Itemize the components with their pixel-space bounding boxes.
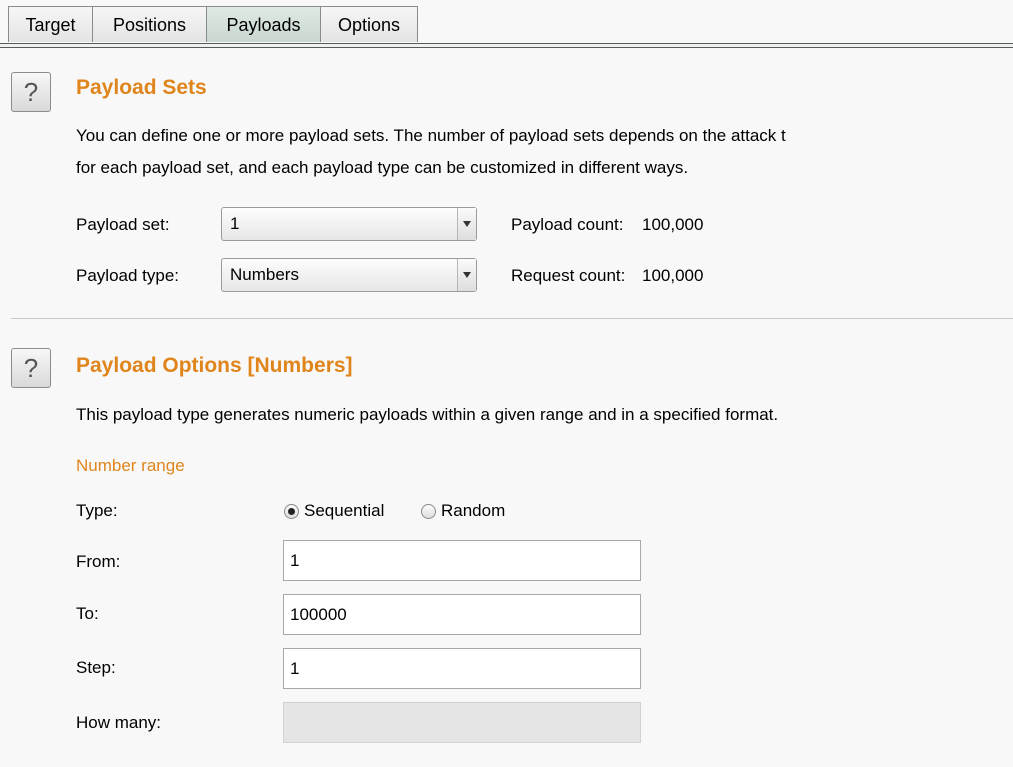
chevron-down-icon xyxy=(457,259,476,291)
payload-sets-help-icon[interactable]: ? xyxy=(11,72,51,112)
tab-target[interactable]: Target xyxy=(8,6,93,42)
payload-type-dropdown[interactable]: Numbers xyxy=(221,258,477,292)
step-field[interactable] xyxy=(283,648,641,689)
radio-sequential-label: Sequential xyxy=(304,501,385,520)
step-label: Step: xyxy=(76,658,116,677)
from-field[interactable] xyxy=(283,540,641,581)
tab-positions[interactable]: Positions xyxy=(92,6,207,42)
payload-set-dropdown[interactable]: 1 xyxy=(221,207,477,241)
intruder-payloads-panel: Target Positions Payloads Options ? Payl… xyxy=(0,0,1013,767)
request-count-value: 100,000 xyxy=(642,266,704,285)
payload-count-value: 100,000 xyxy=(642,215,704,234)
radio-unselected-icon xyxy=(421,503,436,519)
payload-count-label: Payload count: xyxy=(511,215,624,234)
section-divider xyxy=(11,318,1013,319)
payload-type-label: Payload type: xyxy=(76,266,180,285)
request-count-label: Request count: xyxy=(511,266,626,285)
tab-options[interactable]: Options xyxy=(320,6,418,42)
payload-options-description: This payload type generates numeric payl… xyxy=(76,405,779,424)
to-field[interactable] xyxy=(283,594,641,635)
how-many-field xyxy=(283,702,641,743)
payload-sets-description-line2: for each payload set, and each payload t… xyxy=(76,158,689,177)
radio-random-label: Random xyxy=(441,501,506,520)
payload-type-value: Numbers xyxy=(230,265,299,284)
tab-payloads[interactable]: Payloads xyxy=(206,6,321,42)
tab-bar-border-bottom xyxy=(0,47,1013,48)
payload-sets-title: Payload Sets xyxy=(76,76,207,99)
from-label: From: xyxy=(76,552,121,571)
chevron-down-icon xyxy=(457,208,476,240)
payload-options-help-icon[interactable]: ? xyxy=(11,348,51,388)
payload-sets-description-line1: You can define one or more payload sets.… xyxy=(76,126,786,145)
radio-selected-icon xyxy=(284,503,299,519)
how-many-label: How many: xyxy=(76,713,162,732)
tab-bar: Target Positions Payloads Options xyxy=(0,0,1013,48)
number-range-heading: Number range xyxy=(76,456,185,475)
payload-options-title: Payload Options [Numbers] xyxy=(76,354,353,377)
to-label: To: xyxy=(76,604,99,623)
radio-random[interactable]: Random xyxy=(421,501,505,521)
type-label: Type: xyxy=(76,501,118,520)
radio-sequential[interactable]: Sequential xyxy=(284,501,384,521)
payload-set-value: 1 xyxy=(230,214,240,233)
payload-set-label: Payload set: xyxy=(76,215,170,234)
